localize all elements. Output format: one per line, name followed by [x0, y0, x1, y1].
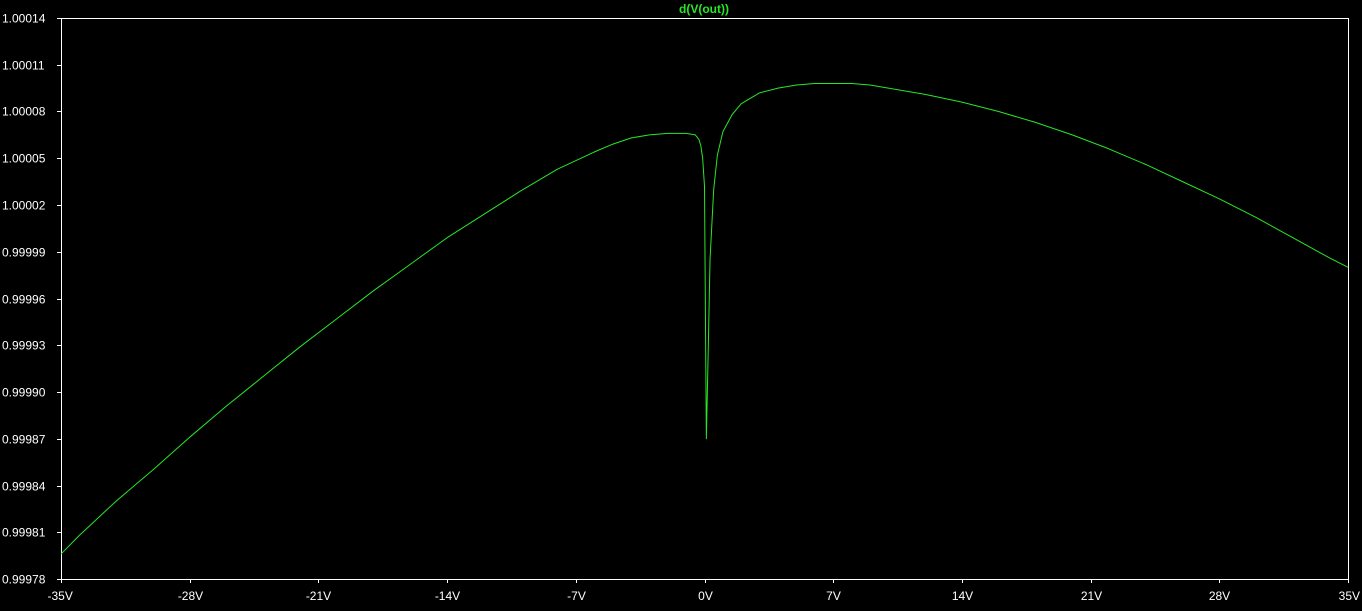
y-tick-label: 1.00005: [2, 152, 46, 166]
plot-window: d(V(out)) 0.99978 0.99981 0.99984 0.99987 0.…: [0, 0, 1362, 606]
y-tick-label: 1.00011: [2, 59, 45, 73]
x-tick-label: -35V: [48, 589, 73, 603]
x-tick-label: 0V: [698, 589, 713, 603]
y-tick-label: 0.99984: [2, 480, 46, 494]
x-tick-label: 7V: [826, 589, 841, 603]
series-line: [60, 82, 1349, 555]
x-tick-label: 28V: [1209, 589, 1230, 603]
y-tick-label: 1.00002: [2, 199, 46, 213]
x-tick-label: -21V: [306, 589, 331, 603]
y-tick-label: 0.99993: [2, 339, 46, 353]
x-tick-label: 21V: [1081, 589, 1102, 603]
x-axis: -35V -28V -21V -14V -7V 0V 7V 14V 21V 28V 35V: [48, 579, 1360, 603]
y-tick-label: 1.00014: [2, 12, 46, 26]
y-tick-label: 1.00008: [2, 105, 46, 119]
series-group: [60, 82, 1349, 555]
chart-title: d(V(out)): [679, 2, 729, 16]
y-tick-label: 0.99999: [2, 246, 46, 260]
y-tick-label: 0.99990: [2, 386, 46, 400]
x-tick-label: 14V: [952, 589, 973, 603]
x-tick-label: -28V: [178, 589, 203, 603]
y-tick-label: 0.99981: [2, 526, 46, 540]
y-tick-label: 0.99996: [2, 293, 46, 307]
x-tick-label: -14V: [435, 589, 460, 603]
x-tick-label: -7V: [567, 589, 586, 603]
y-tick-label: 0.99987: [2, 433, 46, 447]
chart-svg: d(V(out)) 0.999780.999810.999840.999870.…: [2, 2, 1360, 603]
y-axis: 0.99978 0.99981 0.99984 0.99987 0.99990 0.999…: [2, 12, 61, 587]
x-tick-label: 35V: [1339, 589, 1360, 603]
y-tick-label: 0.99978: [2, 573, 46, 587]
